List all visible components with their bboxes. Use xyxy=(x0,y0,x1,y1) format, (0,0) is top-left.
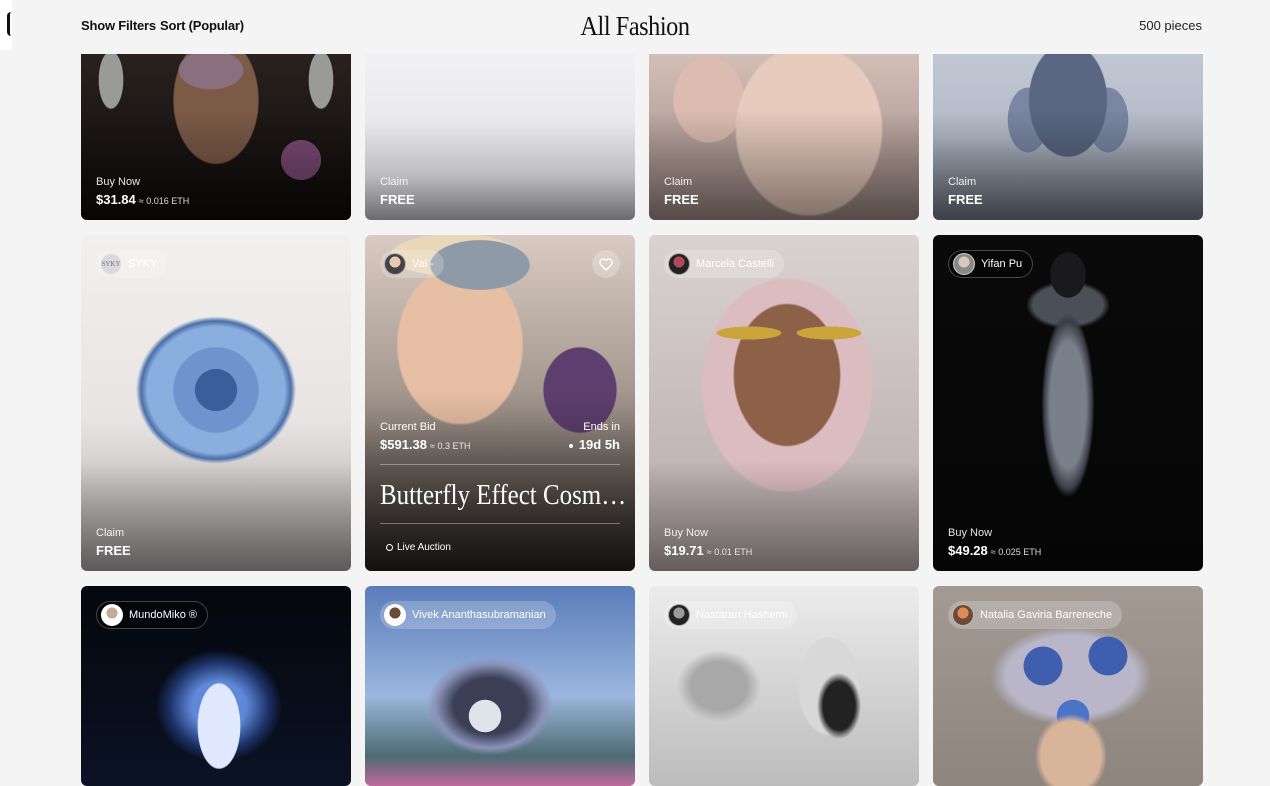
artwork-card[interactable]: Claim FREE xyxy=(365,40,635,220)
price-label: Buy Now xyxy=(96,176,141,188)
creator-chip[interactable]: SYKY SYKY xyxy=(96,250,168,278)
avatar xyxy=(952,604,974,626)
current-bid-value: $591.38 ≈ 0.3 ETH xyxy=(380,437,471,452)
creator-name: MundoMiko ® xyxy=(129,609,198,621)
creator-chip[interactable]: Marcela Castelli xyxy=(664,250,785,278)
auction-status: Live Auction xyxy=(386,542,451,553)
avatar xyxy=(953,253,975,275)
artwork-card[interactable]: Claim FREE xyxy=(933,40,1203,220)
avatar xyxy=(101,604,123,626)
page-title: All Fashion xyxy=(580,11,690,41)
divider xyxy=(380,523,620,524)
avatar xyxy=(384,253,406,275)
artwork-card[interactable]: Vivek Ananthasubramanian xyxy=(365,586,635,786)
auction-card[interactable]: Val - Current Bid $591.38 ≈ 0.3 ETH Ends … xyxy=(365,235,635,571)
creator-name: Val - xyxy=(412,258,434,270)
ends-in-value: 19d 5h xyxy=(568,437,620,452)
price-value: FREE xyxy=(96,543,131,558)
creator-name: SYKY xyxy=(128,258,158,270)
item-count: 500 pieces xyxy=(1139,18,1202,33)
dot-icon xyxy=(568,443,573,448)
price-value: $31.84 ≈ 0.016 ETH xyxy=(96,192,190,207)
artwork-image xyxy=(933,235,1203,571)
artwork-card[interactable]: Yifan Pu Buy Now $49.28 ≈ 0.025 ETH xyxy=(933,235,1203,571)
price-value: FREE xyxy=(380,192,415,207)
price-label: Claim xyxy=(664,176,693,188)
artwork-title: Butterfly Effect Cosmos S... xyxy=(380,479,629,511)
heart-icon xyxy=(599,257,613,271)
artwork-card[interactable]: Claim FREE xyxy=(649,40,919,220)
creator-chip[interactable]: Nastaran Hashemi xyxy=(664,601,798,629)
artwork-card[interactable]: MundoMiko ® xyxy=(81,586,351,786)
creator-chip[interactable]: Val - xyxy=(380,250,444,278)
creator-name: Natalia Gaviria Barreneche xyxy=(980,609,1113,621)
price-label: Claim xyxy=(380,176,409,188)
artwork-card[interactable]: Marcela Castelli Buy Now $19.71 ≈ 0.01 ET… xyxy=(649,235,919,571)
avatar xyxy=(384,604,406,626)
favorite-button[interactable] xyxy=(592,250,620,278)
creator-name: Marcela Castelli xyxy=(696,258,775,270)
logo-fragment xyxy=(0,0,12,50)
price-value: $49.28 ≈ 0.025 ETH xyxy=(948,543,1042,558)
price-value: $19.71 ≈ 0.01 ETH xyxy=(664,543,753,558)
avatar: SYKY xyxy=(100,253,122,275)
artwork-card[interactable]: Natalia Gaviria Barreneche xyxy=(933,586,1203,786)
creator-name: Vivek Ananthasubramanian xyxy=(412,609,546,621)
avatar xyxy=(668,253,690,275)
creator-chip[interactable]: MundoMiko ® xyxy=(96,601,209,629)
divider xyxy=(380,464,620,465)
circle-icon xyxy=(386,544,393,551)
price-label: Buy Now xyxy=(948,527,993,539)
price-label: Claim xyxy=(948,176,977,188)
price-value: FREE xyxy=(948,192,983,207)
price-value: FREE xyxy=(664,192,699,207)
artwork-card[interactable]: Buy Now $31.84 ≈ 0.016 ETH xyxy=(81,40,351,220)
top-bar: Show Filters Sort (Popular) All Fashion … xyxy=(0,0,1270,54)
creator-chip[interactable]: Vivek Ananthasubramanian xyxy=(380,601,556,629)
avatar xyxy=(668,604,690,626)
current-bid-label: Current Bid xyxy=(380,421,436,433)
artwork-card[interactable]: SYKY SYKY Claim FREE xyxy=(81,235,351,571)
creator-name: Yifan Pu xyxy=(981,258,1023,270)
creator-chip[interactable]: Natalia Gaviria Barreneche xyxy=(948,601,1123,629)
creator-chip[interactable]: Yifan Pu xyxy=(948,250,1034,278)
price-label: Claim xyxy=(96,527,125,539)
artwork-card[interactable]: Nastaran Hashemi xyxy=(649,586,919,786)
price-label: Buy Now xyxy=(664,527,709,539)
ends-in-label: Ends in xyxy=(583,421,620,433)
creator-name: Nastaran Hashemi xyxy=(696,609,788,621)
